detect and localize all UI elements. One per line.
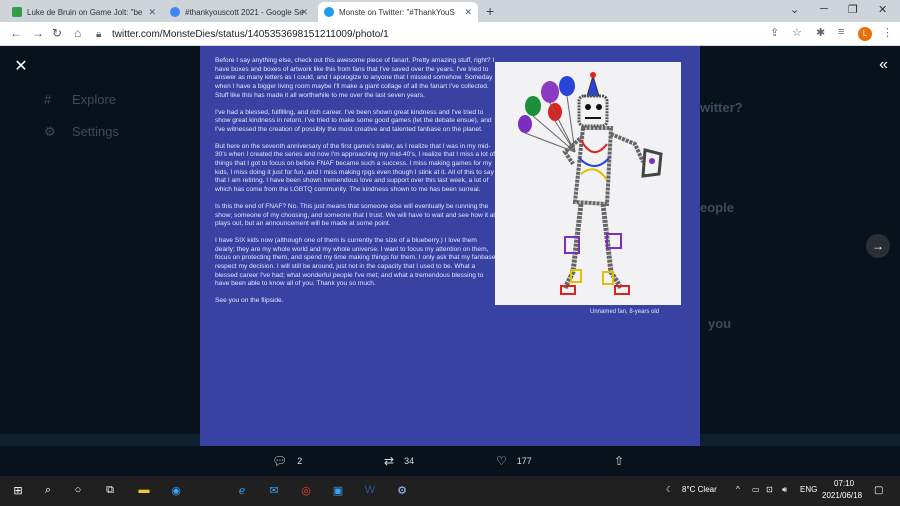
media-player-icon[interactable]: ▣ (330, 482, 346, 498)
task-view-icon[interactable]: ⧉ (102, 482, 118, 498)
reply-icon: 💬︎ (272, 454, 288, 468)
clock-time[interactable]: 07:10 (834, 479, 854, 488)
tab-google[interactable]: #thankyouscott 2021 - Google Se ✕ (164, 2, 314, 22)
settings-nav-icon: ⚙ (44, 124, 56, 139)
minimize-button[interactable]: ─ (820, 3, 828, 15)
photo-viewer: # Explore ⚙ Settings witter? eople you ✕… (0, 46, 900, 476)
weather-text[interactable]: 8°C Clear (682, 485, 717, 494)
weather-moon-icon: ☾ (666, 485, 674, 494)
menu-icon[interactable]: ⋮ (882, 26, 893, 39)
twitter-favicon-icon (324, 7, 334, 17)
steam-icon[interactable]: ⚙ (394, 482, 410, 498)
explore-nav-label: Explore (72, 92, 117, 107)
forward-icon[interactable]: → (32, 26, 44, 40)
close-tab-icon[interactable]: ✕ (300, 7, 308, 18)
people-heading: eople (700, 200, 734, 215)
letter-paragraph: I've had a blessed, fulfilling, and rich… (215, 108, 492, 133)
url-text: twitter.com/MonsteDies/status/1405353698… (112, 28, 389, 40)
collapse-panel-button[interactable]: « (879, 56, 888, 74)
close-tab-icon[interactable]: ✕ (148, 7, 156, 18)
new-to-twitter-heading: witter? (700, 100, 743, 115)
retweet-count: 34 (404, 456, 415, 466)
close-window-button[interactable]: ✕ (878, 3, 887, 16)
fanart-drawing (495, 62, 681, 305)
chrome-icon[interactable]: ◎ (298, 482, 314, 498)
retweet-button[interactable]: ⇄ 34 (384, 454, 414, 468)
letter-paragraph: But here on the seventh anniversary of t… (215, 142, 496, 194)
network-icon[interactable]: ⊡ (766, 485, 773, 494)
file-explorer-icon[interactable]: ▬ (136, 482, 152, 498)
like-count: 177 (516, 456, 532, 466)
fanart-caption: Unnamed fan, 8-years old (590, 309, 660, 315)
letter-paragraph: See you on the flipside. (215, 297, 284, 305)
tray-chevron-icon[interactable]: ^ (736, 485, 740, 494)
google-favicon-icon (170, 7, 180, 17)
edge-icon[interactable]: ◉ (168, 482, 184, 498)
tweet-actions: 💬︎ 2 ⇄ 34 ♡ 177 ⇧ (0, 446, 900, 476)
reply-count: 2 (297, 456, 303, 466)
tab-title: Luke de Bruin on Game Jolt: "be (27, 7, 143, 17)
next-photo-button[interactable]: → (866, 234, 890, 258)
volume-icon[interactable]: 🔊︎ (782, 485, 787, 495)
word-icon[interactable]: W (362, 482, 378, 498)
tweet-photo: Before I say anything else, check out th… (200, 46, 700, 446)
tab-title: Monste on Twitter: "#ThankYouS (339, 7, 455, 17)
profile-avatar[interactable]: L (858, 27, 872, 41)
tab-twitter[interactable]: Monste on Twitter: "#ThankYouS ✕ (318, 2, 478, 22)
address-bar[interactable]: 🔒︎ twitter.com/MonsteDies/status/1405353… (96, 25, 786, 43)
internet-explorer-icon[interactable]: ℯ (234, 482, 250, 498)
tab-title: #thankyouscott 2021 - Google Se (185, 7, 304, 17)
share-icon: ⇧ (614, 454, 625, 468)
letter-paragraph: I have SIX kids now (although one of the… (215, 236, 496, 288)
restore-button[interactable]: ❐ (848, 3, 858, 16)
for-you-heading: you (708, 316, 732, 331)
clock-date[interactable]: 2021/06/18 (822, 491, 862, 500)
back-icon[interactable]: ← (10, 26, 22, 40)
reading-list-icon[interactable]: ≡ (838, 26, 844, 38)
share-tweet-button[interactable]: ⇧ (614, 454, 634, 468)
windows-taskbar: ⊞ ⌕ ○ ⧉ ▬ ◉ ℯ ✉ ◎ ▣ W ⚙ ☾ 8°C Clear ^ ▭ … (0, 476, 900, 506)
close-tab-icon[interactable]: ✕ (464, 7, 472, 18)
notifications-icon[interactable]: ▢ (874, 485, 883, 496)
bookmark-star-icon[interactable]: ☆ (792, 26, 802, 39)
tab-gamejolt[interactable]: Luke de Bruin on Game Jolt: "be ✕ (6, 2, 162, 22)
retirement-letter: Before I say anything else, check out th… (215, 57, 497, 314)
windows-start-icon[interactable]: ⊞ (10, 482, 26, 498)
tab-search-icon[interactable]: ⌄ (790, 3, 799, 16)
share-icon[interactable]: ⇪ (770, 26, 779, 39)
browser-toolbar: ← → ↻ ⌂ 🔒︎ twitter.com/MonsteDies/status… (0, 22, 900, 46)
reply-button[interactable]: 💬︎ 2 (272, 454, 302, 468)
new-tab-button[interactable]: + (486, 3, 494, 19)
tab-strip: Luke de Bruin on Game Jolt: "be ✕ #thank… (0, 0, 900, 22)
letter-paragraph: Is this the end of FNAF? No. This just m… (215, 202, 497, 228)
lock-icon: 🔒︎ (96, 28, 102, 40)
cortana-icon[interactable]: ○ (70, 482, 86, 498)
settings-nav-label: Settings (72, 124, 119, 139)
gamejolt-favicon-icon (12, 7, 22, 17)
heart-icon: ♡ (496, 454, 507, 468)
close-viewer-button[interactable]: ✕ (10, 56, 32, 78)
letter-paragraph: Before I say anything else, check out th… (215, 57, 495, 99)
home-icon[interactable]: ⌂ (74, 26, 81, 40)
reload-icon[interactable]: ↻ (52, 26, 62, 40)
extensions-icon[interactable]: ✱ (816, 26, 825, 39)
language-indicator[interactable]: ENG (800, 485, 817, 494)
battery-icon[interactable]: ▭ (752, 485, 760, 494)
like-button[interactable]: ♡ 177 (496, 454, 532, 468)
explore-nav-icon: # (44, 92, 52, 107)
retweet-icon: ⇄ (384, 454, 395, 468)
search-icon[interactable]: ⌕ (40, 482, 56, 498)
mail-icon[interactable]: ✉ (266, 482, 282, 498)
animatronic-drawing-icon (518, 72, 663, 295)
